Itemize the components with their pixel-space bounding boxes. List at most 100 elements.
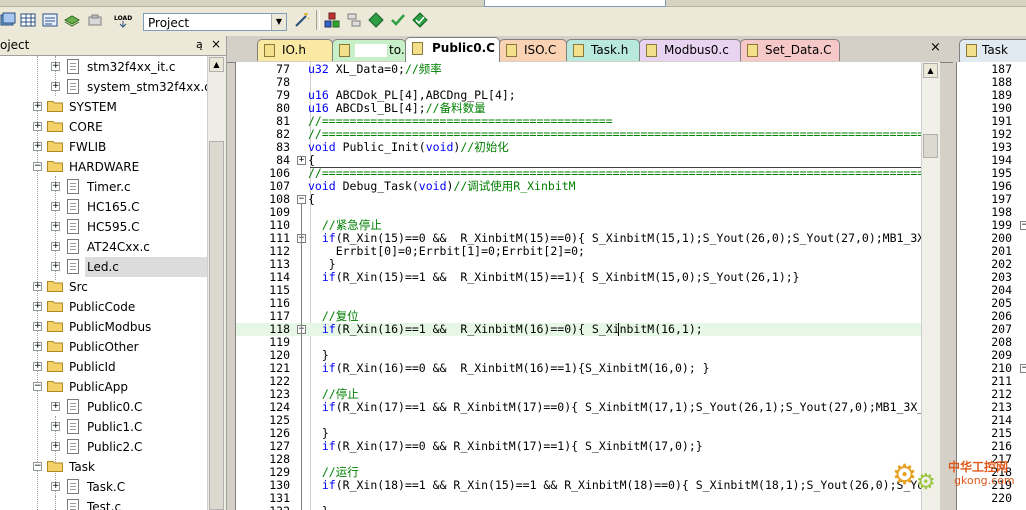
collapse-icon[interactable]: − [33, 382, 42, 391]
tree-item[interactable]: + CORE [0, 117, 207, 137]
tree-item[interactable]: + PublicModbus [0, 317, 207, 337]
code-line[interactable]: 121 if(R_Xin(16)==0 && R_XinbitM(16)==1)… [236, 362, 930, 375]
expand-icon[interactable]: + [33, 282, 42, 291]
check-icon[interactable] [390, 12, 406, 28]
grid-view-icon[interactable] [20, 12, 36, 28]
tree-item[interactable]: + Task.C [0, 477, 207, 497]
tree-item[interactable]: + PublicOther [0, 337, 207, 357]
tree-item[interactable]: + HC165.C [0, 197, 207, 217]
expand-icon[interactable]: + [51, 82, 60, 91]
pin-icon[interactable]: ą [196, 38, 203, 51]
tree-item[interactable]: + Public1.C [0, 417, 207, 437]
green-diamond-icon[interactable] [368, 12, 384, 28]
expand-icon[interactable]: + [33, 142, 42, 151]
expand-icon[interactable]: + [33, 362, 42, 371]
scroll-thumb[interactable] [923, 134, 938, 158]
collapse-icon[interactable]: − [33, 462, 42, 471]
batch-build-icon[interactable] [0, 12, 16, 28]
expand-icon[interactable]: + [51, 422, 60, 431]
code-line[interactable]: 124 if(R_Xin(17)==1 && R_XinbitM(17)==0)… [236, 401, 930, 414]
expand-icon[interactable]: + [51, 262, 60, 271]
tree-item[interactable]: + Led.c [51, 257, 207, 277]
folder-icon [47, 321, 63, 332]
code-line[interactable]: 112 Errbit[0]=0;Errbit[1]=0;Errbit[2]=0; [236, 245, 930, 258]
code-line[interactable]: 132 } [236, 505, 930, 510]
manage-run-icon[interactable] [412, 12, 428, 28]
tree-item[interactable]: + Public2.C [0, 437, 207, 457]
project-select[interactable]: Project ▼ [143, 13, 287, 31]
tree-item[interactable]: + PublicId [0, 357, 207, 377]
code-line[interactable]: 83 void Public_Init(void)//初始化 [236, 141, 930, 154]
expand-icon[interactable]: + [33, 342, 42, 351]
code-line[interactable]: 107 void Debug_Task(void)//调试使用R_XinbitM [236, 180, 930, 193]
code-line[interactable]: 118 if(R_Xin(16)==1 && R_XinbitM(16)==0)… [236, 323, 930, 336]
expand-icon[interactable]: + [33, 122, 42, 131]
expand-icon[interactable]: + [33, 302, 42, 311]
tree-item[interactable]: − Task [0, 457, 207, 477]
code-line[interactable]: 130 if(R_Xin(18)==1 && R_Xin(15)==1 && R… [236, 479, 930, 492]
code-line[interactable]: 127 if(R_Xin(17)==0 && R_XinbitM(17)==1)… [236, 440, 930, 453]
tab-set-data-c[interactable]: Set_Data.C [740, 39, 840, 61]
expand-icon[interactable]: + [51, 402, 60, 411]
expand-icon[interactable]: + [51, 202, 60, 211]
expand-icon[interactable]: + [51, 442, 60, 451]
target-options-icon[interactable] [324, 12, 340, 28]
options-icon[interactable] [42, 12, 58, 28]
magic-wand-icon[interactable] [294, 12, 310, 28]
tree-item[interactable]: + SYSTEM [0, 97, 207, 117]
pack-installer-icon[interactable] [64, 12, 80, 28]
tree-item[interactable]: + system_stm32f4xx.c [0, 77, 211, 97]
code-line[interactable]: 119 [236, 336, 930, 349]
close-icon[interactable]: × [211, 37, 221, 51]
tree-item[interactable]: + PublicCode [0, 297, 207, 317]
expand-icon[interactable]: + [51, 62, 60, 71]
scroll-thumb[interactable] [209, 141, 224, 510]
expand-icon[interactable]: + [33, 102, 42, 111]
expand-icon[interactable]: + [51, 182, 60, 191]
code-line[interactable]: 131 [236, 492, 930, 505]
code-editor[interactable]: 77 u32 XL_Data=0;//频率 78 79 u16 ABCDok_PL[4]… [235, 62, 930, 510]
expand-icon[interactable]: + [33, 322, 42, 331]
code-scrollbar[interactable]: ▲ [921, 62, 940, 510]
tree-item[interactable]: − PublicApp [0, 377, 207, 397]
collapse-icon[interactable]: − [1020, 221, 1026, 230]
expand-icon[interactable]: + [51, 222, 60, 231]
expand-icon[interactable]: + [297, 156, 306, 165]
components-icon[interactable] [346, 12, 362, 28]
tree-item[interactable]: Test.c [0, 497, 207, 510]
tree-item[interactable]: + Timer.c [0, 177, 207, 197]
scroll-up-icon[interactable]: ▲ [923, 63, 938, 78]
tab-public0-c[interactable]: Public0.C [405, 37, 500, 62]
collapse-icon[interactable]: − [1020, 364, 1026, 373]
tab-task[interactable]: Task [959, 39, 1026, 62]
tab-io-h[interactable]: IO.h [257, 39, 333, 61]
find-combo[interactable] [484, 0, 666, 7]
code-line[interactable]: 115 [236, 284, 930, 297]
expand-icon[interactable]: + [51, 482, 60, 491]
expand-icon[interactable]: + [51, 242, 60, 251]
tab-modbus0-c[interactable]: Modbus0.c [639, 39, 741, 61]
collapse-icon[interactable]: − [297, 195, 306, 204]
tree-item[interactable]: + AT24Cxx.c [0, 237, 207, 257]
tab-to-c[interactable]: to.C [332, 39, 413, 61]
close-icon[interactable]: × [930, 40, 941, 55]
code-line[interactable]: 114 if(R_Xin(15)==1 && R_XinbitM(15)==1)… [236, 271, 930, 284]
code-line[interactable]: 108{ [236, 193, 930, 206]
tree-item[interactable]: + stm32f4xx_it.c [0, 57, 207, 77]
code-line[interactable]: 77 u32 XL_Data=0;//频率 [236, 63, 930, 76]
manage-icon[interactable] [87, 12, 103, 28]
code-line[interactable]: 125 [236, 414, 930, 427]
tab-iso-c[interactable]: ISO.C [499, 39, 567, 61]
scroll-up-icon[interactable]: ▲ [209, 57, 224, 72]
tree-item[interactable]: − HARDWARE [0, 157, 207, 177]
tree-item[interactable]: + Src [0, 277, 207, 297]
tab-task-h[interactable]: Task.h [566, 39, 640, 61]
collapse-icon[interactable]: − [33, 162, 42, 171]
chevron-down-icon[interactable]: ▼ [271, 14, 286, 30]
tree-scrollbar[interactable]: ▲ [207, 56, 226, 510]
tree-item[interactable]: + FWLIB [0, 137, 207, 157]
tree-item[interactable]: + Public0.C [0, 397, 207, 417]
tree-item[interactable]: + HC595.C [0, 217, 207, 237]
split-code-editor[interactable]: 187 188 189 190 191 192 193 194 195 196 197 198 199 2… [956, 62, 1026, 510]
load-download-icon[interactable]: LOAD [113, 12, 133, 28]
